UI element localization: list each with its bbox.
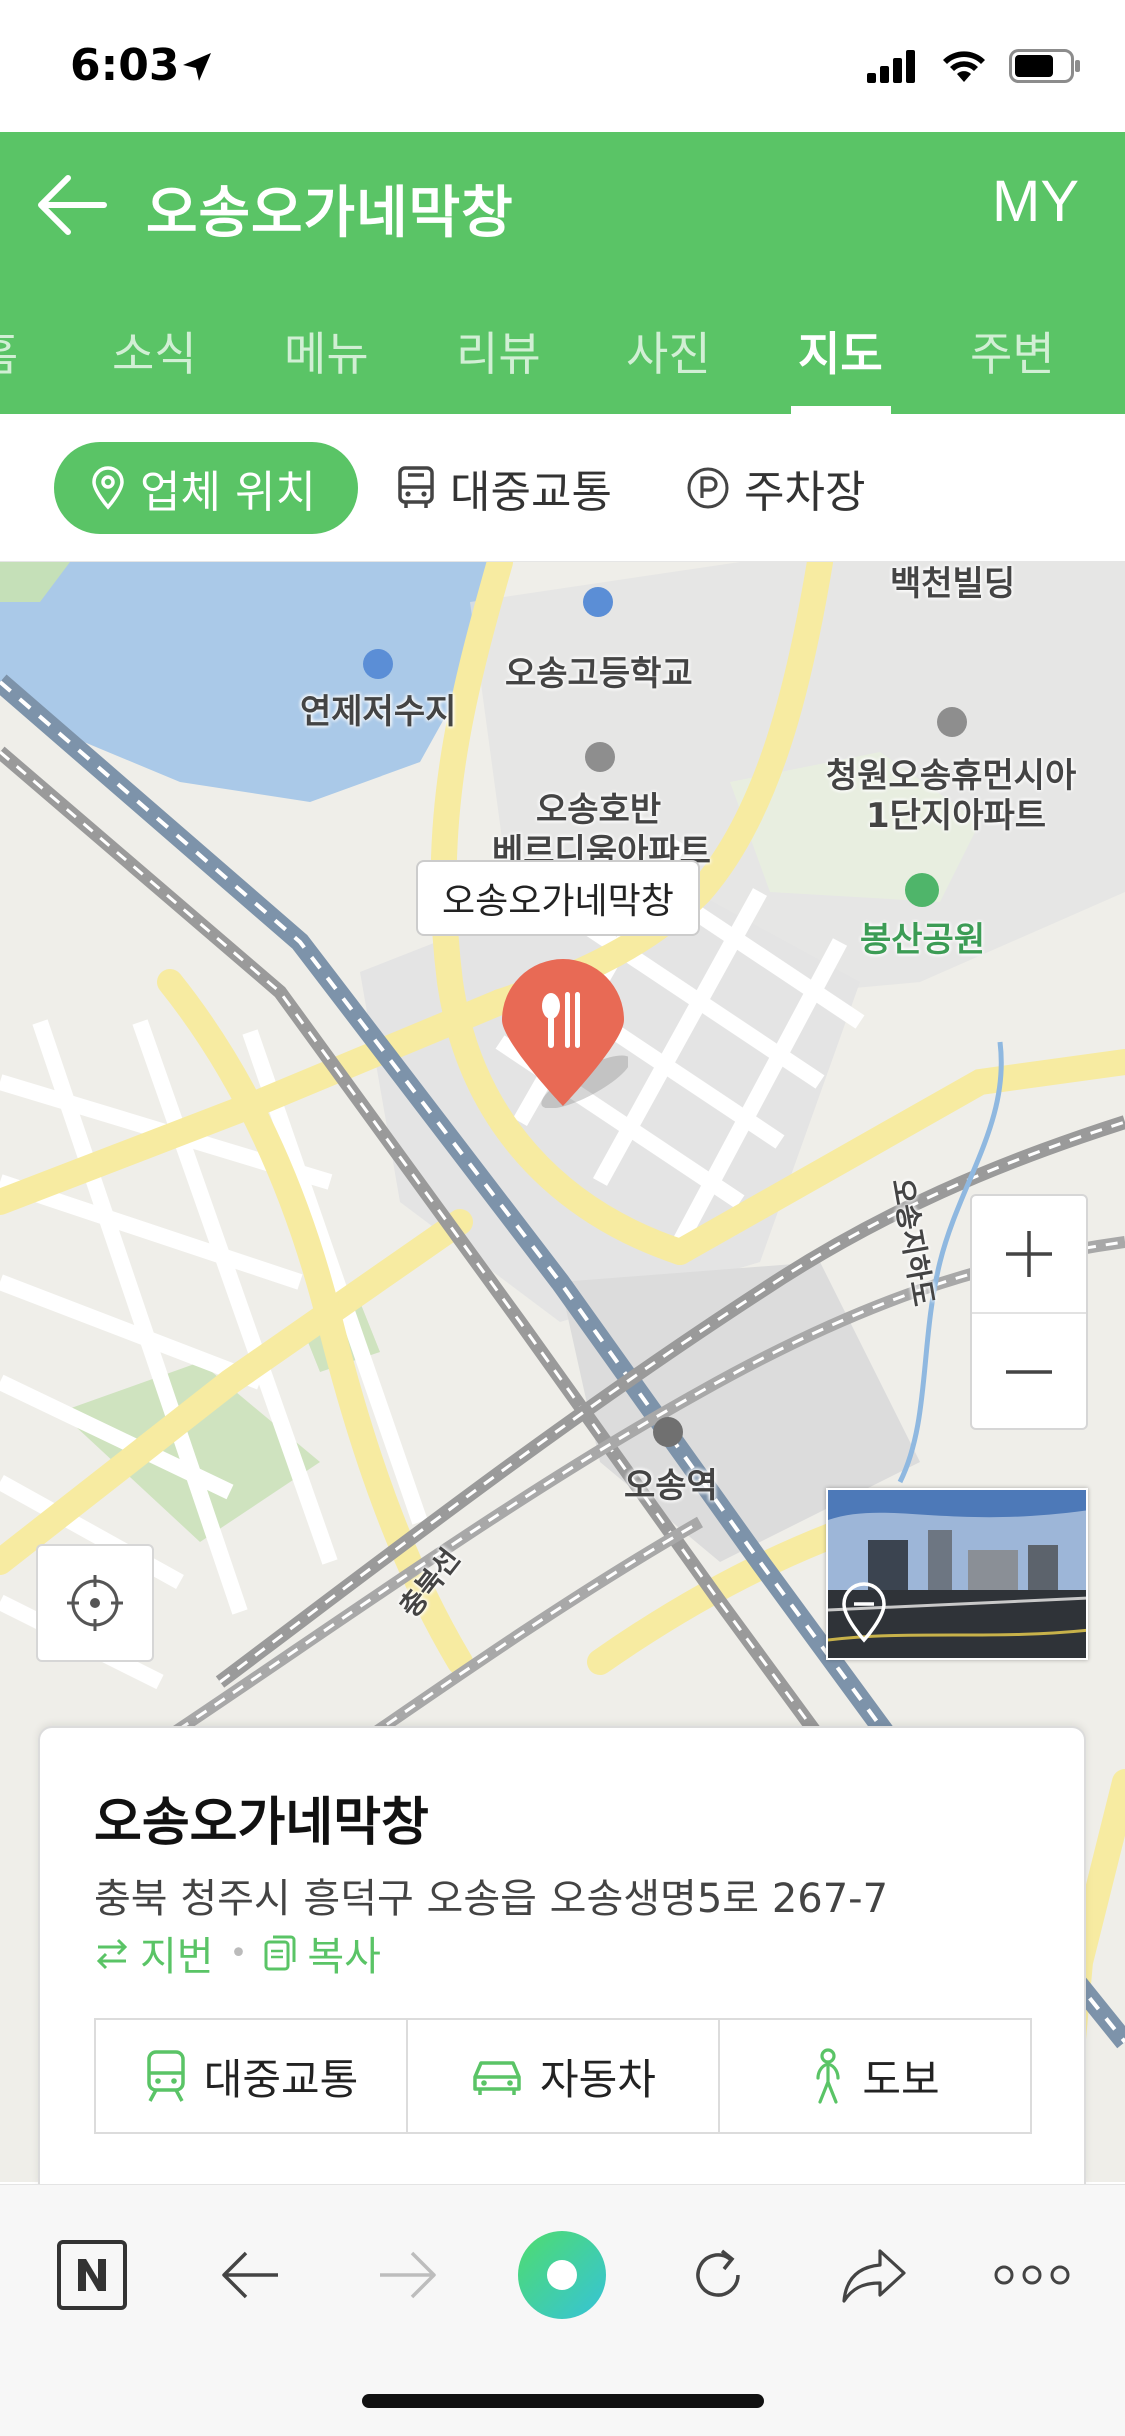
restaurant-marker-icon[interactable] xyxy=(498,958,628,1108)
back-arrow-icon xyxy=(38,175,107,235)
battery-icon xyxy=(1009,49,1080,83)
minus-icon xyxy=(1006,1370,1052,1374)
chip-label: 대중교통 xyxy=(450,467,612,518)
zoom-out-button[interactable] xyxy=(972,1314,1086,1430)
forward-arrow-icon xyxy=(380,2251,436,2299)
location-arrow-icon xyxy=(183,53,211,81)
plus-icon xyxy=(1006,1231,1052,1277)
address-actions: 지번 • 복사 xyxy=(94,1924,381,1982)
route-label: 도보 xyxy=(862,2054,940,2104)
share-button[interactable] xyxy=(824,2225,924,2325)
share-arrow-icon xyxy=(842,2249,906,2303)
back-button[interactable] xyxy=(34,170,110,240)
naver-home-button[interactable] xyxy=(42,2225,142,2325)
street-view-thumbnail[interactable] xyxy=(826,1488,1088,1660)
route-walk-button[interactable]: 도보 xyxy=(718,2020,1030,2132)
map-label-station: 오송역 xyxy=(624,1466,718,1506)
route-options: 대중교통 자동차 도보 xyxy=(94,2018,1032,2134)
crosshair-icon xyxy=(67,1575,123,1631)
chip-transit[interactable]: 대중교통 xyxy=(396,442,612,534)
browser-forward-button[interactable] xyxy=(358,2225,458,2325)
separator-dot: • xyxy=(229,1935,248,1971)
green-dot-button[interactable] xyxy=(512,2225,612,2325)
chip-label: 주차장 xyxy=(744,467,866,518)
refresh-button[interactable] xyxy=(668,2225,768,2325)
cellular-signal-icon xyxy=(867,50,915,83)
route-label: 대중교통 xyxy=(203,2054,359,2104)
tab-bar: 홈 소식 메뉴 리뷰 사진 지도 주변 xyxy=(0,276,1125,414)
map-label-reservoir: 연제저수지 xyxy=(300,692,457,732)
page-title: 오송오가네막창 xyxy=(146,181,514,246)
street-view-image xyxy=(828,1490,1086,1658)
car-icon xyxy=(473,2061,521,2095)
green-dot-icon xyxy=(518,2231,606,2319)
status-bar: 6:03 xyxy=(0,0,1125,132)
jibun-label: 지번 xyxy=(140,1934,214,1980)
wifi-icon xyxy=(943,51,985,82)
tab-menu[interactable]: 메뉴 xyxy=(284,318,369,384)
tab-reviews[interactable]: 리뷰 xyxy=(456,318,541,384)
train-icon xyxy=(146,2050,185,2102)
jibun-toggle-button[interactable]: 지번 xyxy=(94,1924,214,1982)
chip-parking[interactable]: 주차장 xyxy=(686,442,865,534)
tab-home[interactable]: 홈 xyxy=(0,318,18,384)
tab-news[interactable]: 소식 xyxy=(112,318,197,384)
map-label-building: 백천빌딩 xyxy=(890,564,1016,604)
swap-arrows-icon xyxy=(96,1938,128,1970)
map-label-school: 오송고등학교 xyxy=(505,654,693,694)
tab-nearby[interactable]: 주변 xyxy=(970,318,1055,384)
copy-address-button[interactable]: 복사 xyxy=(263,1924,381,1982)
map-filter-chips: 업체 위치 대중교통 주차장 xyxy=(0,414,1125,562)
pin-icon xyxy=(92,466,124,510)
tab-photos[interactable]: 사진 xyxy=(626,318,711,384)
copy-icon xyxy=(264,1935,296,1971)
browser-back-button[interactable] xyxy=(200,2225,300,2325)
bus-icon xyxy=(398,466,434,508)
home-indicator xyxy=(362,2394,764,2408)
place-address: 충북 청주시 흥덕구 오송읍 오송생명5로 267-7 xyxy=(94,1876,889,1922)
naver-logo-icon xyxy=(57,2240,127,2310)
map-label-apartment: 1단지아파트 xyxy=(866,796,1047,836)
parking-icon xyxy=(687,467,729,509)
status-icons xyxy=(867,48,1081,84)
back-arrow-icon xyxy=(222,2251,278,2299)
tab-map[interactable]: 지도 xyxy=(798,318,883,384)
place-info-card: 오송오가네막창 충북 청주시 흥덕구 오송읍 오송생명5로 267-7 지번 •… xyxy=(38,1726,1086,2186)
chip-business-location[interactable]: 업체 위치 xyxy=(54,442,358,534)
more-dots-icon xyxy=(994,2265,1070,2285)
refresh-icon xyxy=(696,2249,740,2297)
place-name: 오송오가네막창 xyxy=(94,1793,429,1853)
route-transit-button[interactable]: 대중교통 xyxy=(96,2020,406,2132)
marker-label: 오송오가네막창 xyxy=(416,860,700,936)
walking-person-icon xyxy=(816,2048,840,2104)
current-location-button[interactable] xyxy=(36,1544,154,1662)
more-button[interactable] xyxy=(982,2225,1082,2325)
copy-label: 복사 xyxy=(307,1934,381,1980)
chip-label: 업체 위치 xyxy=(140,467,316,518)
active-tab-indicator xyxy=(791,406,891,414)
map-label-park: 봉산공원 xyxy=(860,920,986,960)
status-time: 6:03 xyxy=(70,40,180,91)
header: 오송오가네막창 MY xyxy=(0,132,1125,276)
my-button[interactable]: MY xyxy=(992,168,1079,235)
zoom-in-button[interactable] xyxy=(972,1196,1086,1312)
route-label: 자동차 xyxy=(540,2054,656,2104)
route-car-button[interactable]: 자동차 xyxy=(406,2020,718,2132)
zoom-control xyxy=(970,1194,1088,1430)
